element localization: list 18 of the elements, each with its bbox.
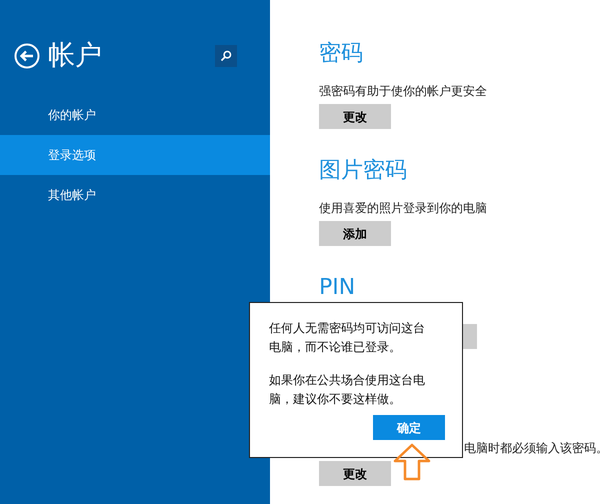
- sidebar-title: 帐户: [48, 38, 102, 73]
- search-icon: [220, 50, 232, 62]
- section-description: 强密码有助于使你的帐户更安全: [319, 83, 487, 100]
- dialog-message: 任何人无需密码均可访问这台电脑，而不论谁已登录。: [269, 320, 426, 356]
- search-button[interactable]: [215, 45, 237, 67]
- section-description: 使用喜爱的照片登录到你的电脑: [319, 200, 487, 217]
- section-title: 密码: [319, 40, 363, 68]
- back-icon[interactable]: [14, 43, 40, 69]
- sidebar-item[interactable]: 登录选项: [0, 135, 270, 175]
- dialog-message: 如果你在公共场合使用这台电脑，建议你不要这样做。: [269, 372, 426, 408]
- section-title: PIN: [319, 274, 356, 302]
- section-description: 电脑时都必须输入该密码。: [464, 440, 600, 457]
- arrow-icon: [393, 443, 431, 481]
- action-button[interactable]: 添加: [319, 221, 391, 246]
- action-button[interactable]: 更改: [319, 461, 391, 486]
- ok-button[interactable]: 确定: [373, 415, 445, 440]
- action-button[interactable]: 更改: [319, 104, 391, 129]
- section-title: 图片密码: [319, 157, 407, 185]
